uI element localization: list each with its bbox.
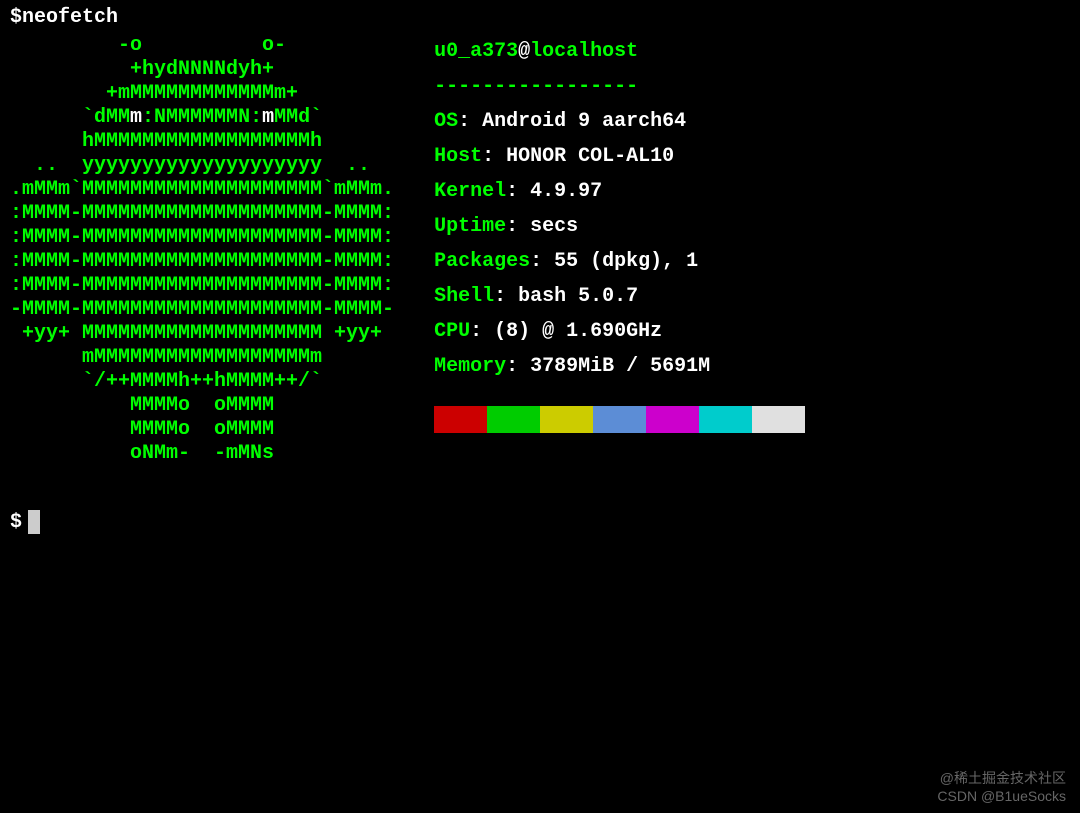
info-row: OS: Android 9 aarch64	[434, 104, 805, 139]
info-value: bash 5.0.7	[518, 285, 638, 308]
info-value: secs	[530, 215, 578, 238]
info-label: Shell	[434, 285, 494, 308]
info-value: 55 (dpkg), 1	[554, 250, 698, 273]
info-label: OS	[434, 110, 458, 133]
info-row: Shell: bash 5.0.7	[434, 279, 805, 314]
info-label: Kernel	[434, 180, 506, 203]
info-value: HONOR COL-AL10	[506, 145, 674, 168]
prompt-symbol: $	[10, 6, 22, 30]
color-swatch	[646, 406, 699, 433]
info-row: Packages: 55 (dpkg), 1	[434, 244, 805, 279]
ascii-art-logo: -o o- +hydNNNNdyh+ +mMMMMMMMMMMMMm+ `dMM…	[10, 34, 394, 466]
info-value: 4.9.97	[530, 180, 602, 203]
info-row: CPU: (8) @ 1.690GHz	[434, 314, 805, 349]
system-info: u0_a373@localhost ----------------- OS: …	[434, 34, 805, 433]
color-swatch	[593, 406, 646, 433]
command-line: $ neofetch	[10, 6, 1070, 30]
neofetch-output: -o o- +hydNNNNdyh+ +mMMMMMMMMMMMMm+ `dMM…	[10, 34, 1070, 466]
color-swatch	[699, 406, 752, 433]
separator-dashes: -----------------	[434, 69, 805, 104]
watermark: @稀土掘金技术社区 CSDN @B1ueSocks	[937, 769, 1066, 805]
info-value: Android 9 aarch64	[482, 110, 686, 133]
username: u0_a373	[434, 40, 518, 63]
info-row: Uptime: secs	[434, 209, 805, 244]
color-swatch	[434, 406, 487, 433]
info-row: Memory: 3789MiB / 5691M	[434, 349, 805, 384]
color-swatch	[540, 406, 593, 433]
hostname: localhost	[530, 40, 638, 63]
at-symbol: @	[518, 40, 530, 63]
color-palette	[434, 406, 805, 433]
command-text: neofetch	[22, 6, 118, 29]
info-row: Host: HONOR COL-AL10	[434, 139, 805, 174]
info-label: Host	[434, 145, 482, 168]
prompt-line[interactable]: $	[10, 510, 1070, 535]
info-row: Kernel: 4.9.97	[434, 174, 805, 209]
info-label: Uptime	[434, 215, 506, 238]
color-swatch	[487, 406, 540, 433]
prompt-symbol: $	[10, 511, 22, 534]
cursor-block	[28, 510, 40, 534]
color-swatch	[752, 406, 805, 433]
info-label: Memory	[434, 355, 506, 378]
info-label: CPU	[434, 320, 470, 343]
info-value: (8) @ 1.690GHz	[494, 320, 662, 343]
info-label: Packages	[434, 250, 530, 273]
user-host-line: u0_a373@localhost	[434, 34, 805, 69]
info-value: 3789MiB / 5691M	[530, 355, 710, 378]
